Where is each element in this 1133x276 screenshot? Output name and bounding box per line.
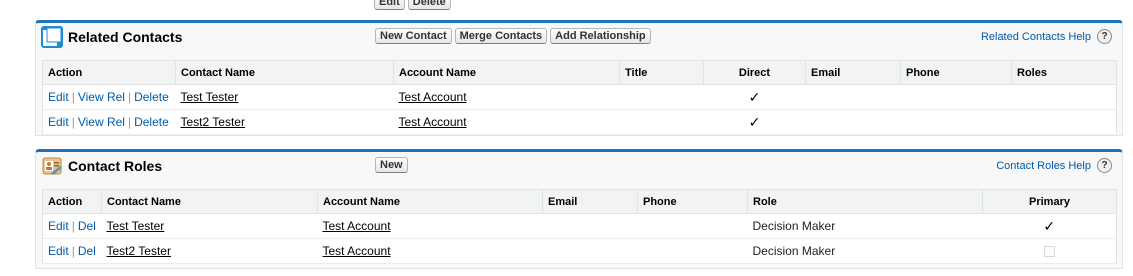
column-header[interactable]: Phone xyxy=(637,189,748,214)
related-contacts-header: Related Contacts New Contact Merge Conta… xyxy=(36,23,1122,51)
row-actions: Edit | Del xyxy=(42,238,102,264)
related-contacts-help: Related Contacts Help ? xyxy=(981,29,1112,44)
email-cell xyxy=(805,109,901,135)
contact-name-link[interactable]: Test2 Tester xyxy=(107,244,171,258)
table-row: Edit | Del Test2 Tester Test Account Decis… xyxy=(42,238,1117,264)
contact-roles-table: Action Contact Name Account Name Email P… xyxy=(42,189,1117,264)
column-header[interactable]: Direct xyxy=(703,60,806,85)
view-rel-link[interactable]: View Rel xyxy=(78,90,125,104)
contact-roles-panel: Contact Roles New Contact Roles Help ? A… xyxy=(35,149,1123,269)
account-name-link[interactable]: Test Account xyxy=(323,219,391,233)
separator: | xyxy=(71,115,75,129)
new-button[interactable]: New xyxy=(375,157,408,173)
separator: | xyxy=(127,90,132,104)
phone-cell xyxy=(637,213,748,239)
title-cell xyxy=(619,109,704,135)
row-actions: Edit | View Rel | Delete xyxy=(42,109,176,135)
edit-link[interactable]: Edit xyxy=(48,115,69,129)
column-header[interactable]: Primary xyxy=(982,189,1117,214)
email-cell xyxy=(542,238,638,264)
role-cell: Decision Maker xyxy=(747,213,983,239)
roles-cell xyxy=(1011,84,1117,110)
related-contacts-buttons: New Contact Merge Contacts Add Relations… xyxy=(375,28,651,44)
column-header[interactable]: Action xyxy=(42,189,102,214)
edit-link[interactable]: Edit xyxy=(48,244,69,258)
column-header[interactable]: Role xyxy=(747,189,983,214)
separator: | xyxy=(127,115,132,129)
new-contact-button[interactable]: New Contact xyxy=(375,28,452,44)
help-icon[interactable]: ? xyxy=(1097,158,1112,173)
separator: | xyxy=(71,244,75,258)
phone-cell xyxy=(637,238,748,264)
column-header[interactable]: Contact Name xyxy=(101,189,318,214)
title-cell xyxy=(619,84,704,110)
view-rel-link[interactable]: View Rel xyxy=(78,115,125,129)
separator: | xyxy=(71,90,75,104)
column-header[interactable]: Account Name xyxy=(393,60,620,85)
contact-name-link[interactable]: Test Tester xyxy=(181,90,239,104)
email-cell xyxy=(542,213,638,239)
delete-button[interactable]: Delete xyxy=(407,0,451,10)
separator: | xyxy=(71,219,75,233)
del-link[interactable]: Del xyxy=(78,244,96,258)
column-header[interactable]: Phone xyxy=(900,60,1012,85)
table-header-row: Action Contact Name Account Name Email P… xyxy=(42,189,1117,214)
edit-link[interactable]: Edit xyxy=(48,219,69,233)
table-row: Edit | View Rel | Delete Test Tester Test Ac… xyxy=(42,84,1117,110)
account-name-link[interactable]: Test Account xyxy=(323,244,391,258)
row-actions: Edit | View Rel | Delete xyxy=(42,84,176,110)
column-header[interactable]: Action xyxy=(42,60,176,85)
column-header[interactable]: Contact Name xyxy=(175,60,394,85)
account-name-link[interactable]: Test Account xyxy=(399,115,467,129)
contact-name-link[interactable]: Test2 Tester xyxy=(181,115,245,129)
table-row: Edit | View Rel | Delete Test2 Tester Test A… xyxy=(42,109,1117,135)
column-header[interactable]: Email xyxy=(805,60,901,85)
delete-link[interactable]: Delete xyxy=(134,115,169,129)
delete-link[interactable]: Delete xyxy=(134,90,169,104)
table-header-row: Action Contact Name Account Name Title D… xyxy=(42,60,1117,85)
merge-contacts-button[interactable]: Merge Contacts xyxy=(454,28,548,44)
panel-title: Contact Roles xyxy=(68,158,163,174)
add-relationship-button[interactable]: Add Relationship xyxy=(550,28,651,44)
record-action-buttons: Edit Delete xyxy=(374,0,451,10)
contact-roles-buttons: New xyxy=(375,157,408,173)
primary-unchecked-box xyxy=(1043,246,1055,258)
help-icon[interactable]: ? xyxy=(1097,29,1112,44)
phone-cell xyxy=(900,109,1012,135)
phone-cell xyxy=(900,84,1012,110)
related-contacts-panel: Related Contacts New Contact Merge Conta… xyxy=(35,20,1123,136)
contact-roles-icon xyxy=(42,157,62,175)
column-header[interactable]: Title xyxy=(619,60,704,85)
panel-title: Related Contacts xyxy=(68,29,183,45)
column-header[interactable]: Email xyxy=(542,189,638,214)
edit-button[interactable]: Edit xyxy=(374,0,405,10)
roles-cell xyxy=(1011,109,1117,135)
contact-roles-help: Contact Roles Help ? xyxy=(996,158,1112,173)
contact-name-link[interactable]: Test Tester xyxy=(107,219,165,233)
row-actions: Edit | Del xyxy=(42,213,102,239)
edit-link[interactable]: Edit xyxy=(48,90,69,104)
account-name-link[interactable]: Test Account xyxy=(399,90,467,104)
column-header[interactable]: Account Name xyxy=(317,189,543,214)
del-link[interactable]: Del xyxy=(78,219,96,233)
role-cell: Decision Maker xyxy=(747,238,983,264)
table-row: Edit | Del Test Tester Test Account Decisi… xyxy=(42,213,1117,239)
help-link[interactable]: Contact Roles Help xyxy=(996,160,1091,172)
email-cell xyxy=(805,84,901,110)
primary-checkmark-icon: ✓ xyxy=(1043,217,1056,234)
help-link[interactable]: Related Contacts Help xyxy=(981,31,1091,43)
direct-checkmark-icon: ✓ xyxy=(748,88,761,105)
contact-roles-header: Contact Roles New Contact Roles Help ? xyxy=(36,152,1122,180)
related-contacts-table: Action Contact Name Account Name Title D… xyxy=(42,60,1117,135)
column-header[interactable]: Roles xyxy=(1011,60,1117,85)
contact-card-icon xyxy=(41,26,63,48)
direct-checkmark-icon: ✓ xyxy=(748,113,761,130)
